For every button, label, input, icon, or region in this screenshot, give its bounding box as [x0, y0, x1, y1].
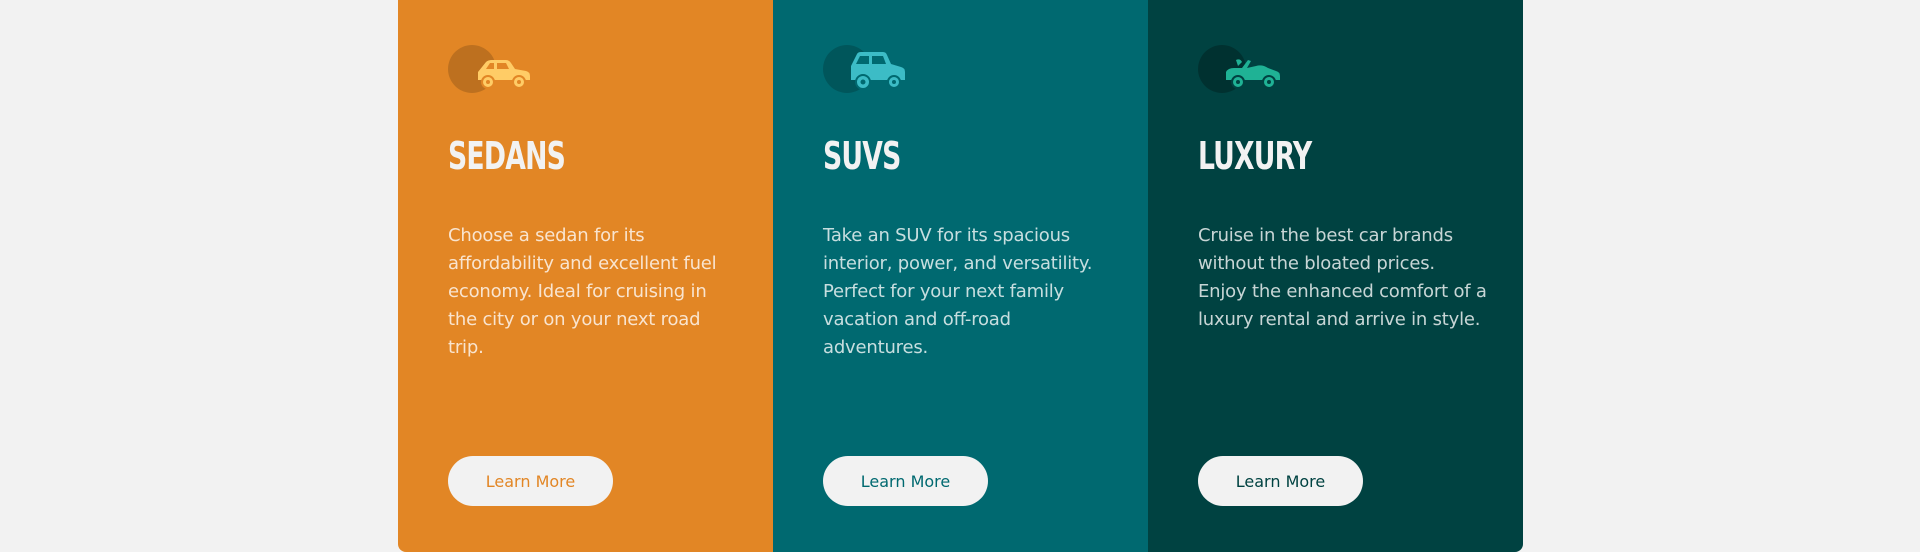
learn-more-button-suvs[interactable]: Learn More: [823, 456, 988, 506]
card-title-sedans: SEDANS: [448, 134, 566, 178]
suv-car-icon: [823, 44, 913, 94]
card-suvs: SUVS Take an SUV for its spacious interi…: [773, 0, 1148, 552]
sedan-car-icon: [448, 44, 538, 94]
card-title-luxury: LUXURY: [1198, 134, 1312, 178]
car-category-cards: SEDANS Choose a sedan for its affordabil…: [398, 0, 1523, 552]
card-luxury: LUXURY Cruise in the best car brands wit…: [1148, 0, 1523, 552]
learn-more-button-sedans[interactable]: Learn More: [448, 456, 613, 506]
card-description-suvs: Take an SUV for its spacious interior, p…: [823, 225, 1093, 358]
card-description-sedans: Choose a sedan for its affordability and…: [448, 225, 717, 358]
card-title-suvs: SUVS: [823, 134, 901, 178]
learn-more-button-luxury[interactable]: Learn More: [1198, 456, 1363, 506]
card-sedans: SEDANS Choose a sedan for its affordabil…: [398, 0, 773, 552]
card-description-luxury: Cruise in the best car brands without th…: [1198, 225, 1487, 330]
luxury-car-icon: [1198, 44, 1288, 94]
